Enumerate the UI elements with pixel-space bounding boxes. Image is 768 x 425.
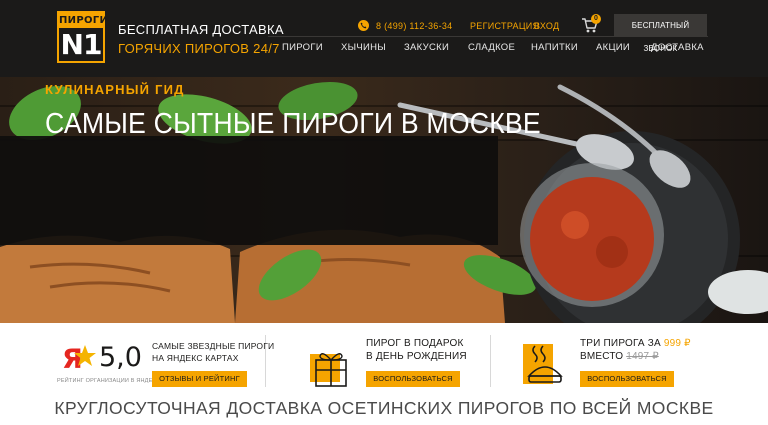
logo[interactable]: ПИРОГИ N1 (57, 11, 109, 63)
rating-title-line1: САМЫЕ ЗВЕЗДНЫЕ ПИРОГИ (152, 341, 275, 351)
hero-text-banner (0, 136, 498, 245)
promo-price-old: 1497 ₽ (626, 351, 659, 362)
pie-crust-left (0, 235, 235, 323)
nav-item-zakuski[interactable]: ЗАКУСКИ (404, 42, 449, 53)
promo-use-button[interactable]: ВОСПОЛЬЗОВАТЬСЯ (580, 371, 674, 387)
gift-icon (310, 353, 347, 387)
callback-button[interactable]: БЕСПЛАТНЫЙ ЗВОНОК (614, 14, 707, 53)
promo-price-new: 999 ₽ (663, 338, 691, 349)
gift-use-button[interactable]: ВОСПОЛЬЗОВАТЬСЯ (366, 371, 460, 387)
phone-number[interactable]: 8 (499) 112-36-34 (376, 21, 452, 31)
nav-item-napitki[interactable]: НАПИТКИ (531, 42, 578, 53)
feature-divider (490, 335, 491, 387)
main-nav: ПИРОГИ ХЫЧИНЫ ЗАКУСКИ СЛАДКОЕ НАПИТКИ АК… (275, 42, 710, 56)
nav-item-aktsii[interactable]: АКЦИИ (596, 42, 630, 53)
nav-item-pirogi[interactable]: ПИРОГИ (282, 42, 323, 53)
logo-top-text: ПИРОГИ (59, 13, 109, 28)
gift-title-line1: ПИРОГ В ПОДАРОК (366, 338, 464, 349)
section-title: КРУГЛОСУТОЧНАЯ ДОСТАВКА ОСЕТИНСКИХ ПИРОГ… (54, 398, 714, 418)
promo-title-line2: ВМЕСТО 1497 ₽ (580, 350, 659, 363)
sauce-shade (596, 236, 628, 268)
reviews-button[interactable]: ОТЗЫВЫ И РЕЙТИНГ (152, 371, 247, 387)
phone-icon (358, 20, 369, 31)
cart-count-badge: 0 (591, 14, 601, 24)
promo-title-line2-prefix: ВМЕСТО (580, 351, 624, 362)
hero-kicker: КУЛИНАРНЫЙ ГИД (45, 82, 185, 97)
nav-item-khychiny[interactable]: ХЫЧИНЫ (341, 42, 386, 53)
rating-caption: РЕЙТИНГ ОРГАНИЗАЦИИ В ЯНДЕКСЕ (57, 378, 164, 384)
promo-title-prefix: ТРИ ПИРОГА ЗА (580, 338, 661, 349)
nav-item-dostavka[interactable]: ДОСТАВКА (651, 42, 704, 53)
nav-item-sladkoe[interactable]: СЛАДКОЕ (468, 42, 515, 53)
logo-number: N1 (60, 28, 103, 61)
register-link[interactable]: РЕГИСТРАЦИЯ (470, 21, 539, 31)
sauce-highlight (561, 211, 589, 239)
gift-title-line2: В ДЕНЬ РОЖДЕНИЯ (366, 351, 467, 362)
promo-title-line1: ТРИ ПИРОГА ЗА 999 ₽ (580, 337, 691, 350)
pie-icon (523, 344, 563, 384)
rating-value: 5,0 (99, 342, 142, 373)
site-header: ПИРОГИ N1 БЕСПЛАТНАЯ ДОСТАВКА ГОРЯЧИХ ПИ… (0, 0, 768, 77)
yandex-star-icon (74, 345, 96, 366)
tagline-line1: БЕСПЛАТНАЯ ДОСТАВКА (118, 22, 284, 37)
hero-headline: САМЫЕ СЫТНЫЕ ПИРОГИ В МОСКВЕ (45, 108, 541, 140)
nav-divider (268, 36, 708, 37)
login-link[interactable]: ВХОД (534, 21, 559, 31)
tagline-line2: ГОРЯЧИХ ПИРОГОВ 24/7 (118, 41, 280, 56)
adjika-sauce (530, 177, 654, 301)
rating-title-line2: НА ЯНДЕКС КАРТАХ (152, 353, 239, 363)
